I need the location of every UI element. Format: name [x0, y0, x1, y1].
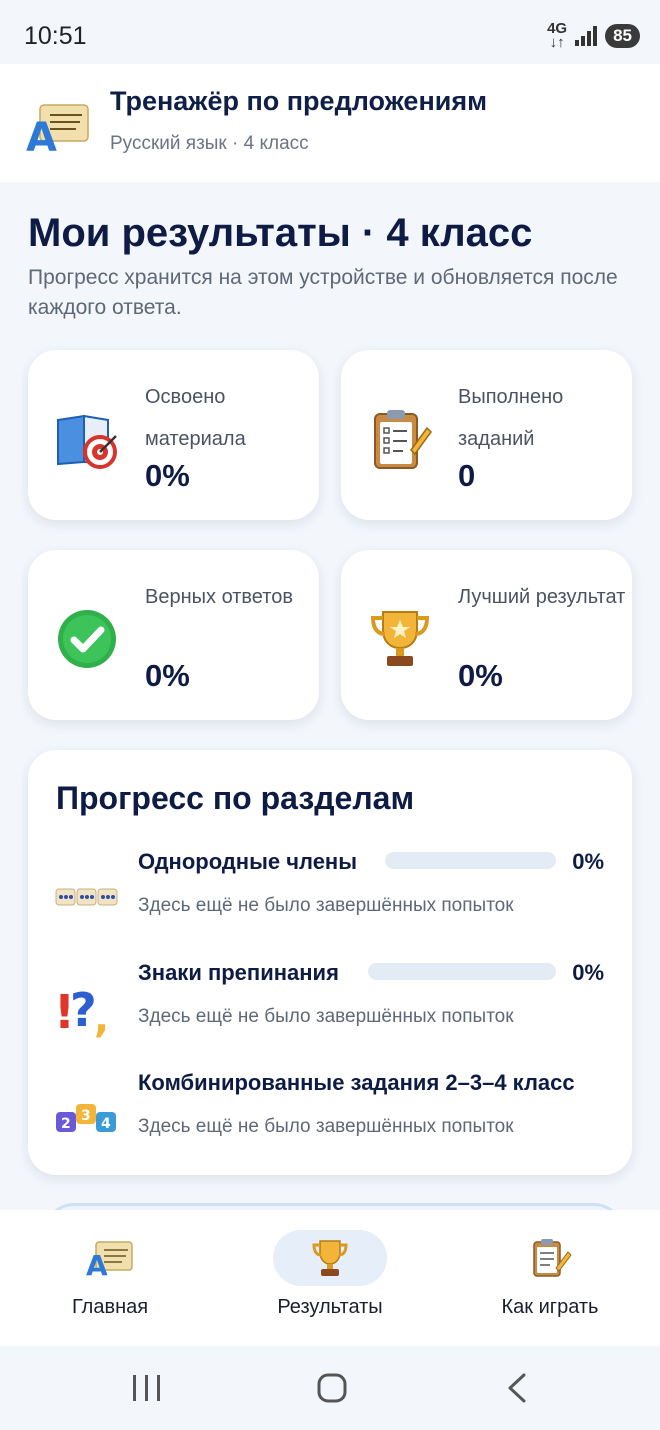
battery-indicator: 85 [605, 24, 640, 48]
stat-value: 0% [458, 658, 503, 693]
back-icon[interactable] [504, 1372, 530, 1404]
nav-how-to-play[interactable]: Как играть [440, 1210, 660, 1346]
stat-card-completed: Выполнено заданий 0 [341, 350, 632, 520]
status-time: 10:51 [24, 22, 87, 50]
section-progress-bar [385, 852, 556, 869]
stat-card-best: Лучший результат 0% [341, 550, 632, 720]
section-note: Здесь ещё не было завершённых попыток [138, 1116, 514, 1137]
section-name: Однородные члены [138, 849, 358, 874]
section-item[interactable]: ! ? , Знаки препинания 0% Здесь ещё не б… [28, 960, 632, 1050]
status-icons: 4G ↓↑ 85 [547, 20, 640, 51]
app-logo-icon: A [86, 1241, 133, 1278]
section-note: Здесь ещё не было завершённых попыток [138, 895, 514, 916]
section-item[interactable]: 2 3 4 Комбинированные задания 2–3–4 клас… [28, 1070, 632, 1160]
page-title: Мои результаты · 4 класс [28, 211, 533, 255]
stat-label: Верных ответов [145, 586, 293, 608]
nav-label: Главная [71, 1296, 149, 1318]
section-progress-bar [368, 963, 556, 980]
section-percent: 0% [572, 960, 604, 985]
stat-label: Выполнено заданий [458, 386, 564, 450]
section-percent: 0% [572, 849, 604, 874]
stat-label: Освоено материала [145, 386, 246, 450]
clipboard-pencil-icon [533, 1239, 572, 1277]
svg-text:,: , [94, 996, 109, 1038]
recent-apps-icon[interactable] [130, 1373, 164, 1403]
punctuation-marks-icon: ! ? , [54, 983, 109, 1038]
number-cubes-icon: 2 3 4 [56, 1104, 116, 1132]
nav-results[interactable]: Результаты [220, 1210, 440, 1346]
nav-label: Как играть [501, 1296, 599, 1318]
section-name: Комбинированные задания 2–3–4 класс [138, 1070, 575, 1095]
nav-label: Результаты [277, 1296, 383, 1318]
bottom-navigation: A Главная Результаты Как играть [0, 1210, 660, 1346]
nav-home[interactable]: A Главная [0, 1210, 220, 1346]
system-navigation-bar [0, 1346, 660, 1430]
svg-text:A: A [86, 1249, 108, 1278]
app-title: Тренажёр по предложениям [110, 86, 488, 116]
svg-text:4: 4 [101, 1116, 111, 1132]
network-icon: 4G ↓↑ [547, 20, 568, 51]
home-icon[interactable] [316, 1372, 348, 1404]
section-note: Здесь ещё не было завершённых попыток [138, 1006, 514, 1027]
green-check-badge-icon [58, 610, 116, 668]
app-logo-icon: A [26, 104, 89, 155]
app-header: A Тренажёр по предложениям Русский язык … [0, 64, 660, 182]
svg-text:?: ? [70, 983, 97, 1037]
clipboard-pencil-icon [374, 410, 432, 469]
book-target-icon [57, 414, 117, 469]
trophy-icon [370, 611, 430, 666]
stat-value: 0 [458, 458, 476, 493]
signal-icon [575, 26, 598, 46]
section-progress-title: Прогресс по разделам [56, 780, 415, 816]
section-item[interactable]: Однородные члены 0% Здесь ещё не было за… [28, 849, 632, 939]
stat-value: 0% [145, 458, 190, 493]
section-progress-card: Прогресс по разделам Однородные члены 0%… [28, 750, 632, 1175]
stat-card-mastered: Освоено материала 0% [28, 350, 319, 520]
trophy-icon [312, 1240, 348, 1276]
svg-text:3: 3 [81, 1108, 91, 1124]
app-subtitle: Русский язык · 4 класс [110, 133, 309, 154]
stat-value: 0% [145, 658, 190, 693]
stat-card-correct: Верных ответов 0% [28, 550, 319, 720]
svg-text:2: 2 [61, 1116, 71, 1132]
page-description: Прогресс хранится на этом устройстве и о… [28, 266, 618, 319]
status-bar: 10:51 4G ↓↑ 85 [0, 0, 660, 64]
dotted-blocks-icon [55, 888, 118, 906]
stat-label: Лучший результат [458, 586, 626, 608]
section-name: Знаки препинания [138, 960, 339, 985]
svg-text:A: A [26, 115, 57, 155]
